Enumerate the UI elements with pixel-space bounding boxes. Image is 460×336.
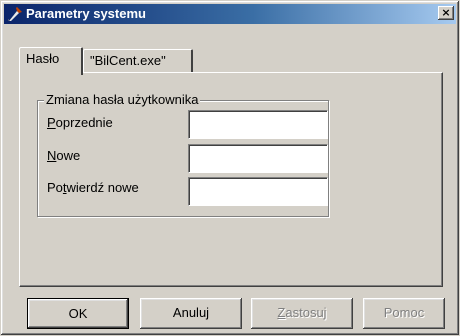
previous-password-label: Poprzednie xyxy=(47,115,113,130)
new-password-label: Nowe xyxy=(47,148,80,163)
window-title: Parametry systemu xyxy=(26,6,146,21)
close-button[interactable]: × xyxy=(438,6,454,20)
label-rest: oprzednie xyxy=(55,115,113,130)
ok-button[interactable]: OK xyxy=(27,298,129,329)
label-rest: wierdź nowe xyxy=(66,180,139,195)
password-change-group: Zmiana hasła użytkownika Poprzednie Nowe… xyxy=(37,92,329,217)
title-bar[interactable]: Parametry systemu × xyxy=(4,4,456,24)
tab-label: "BilCent.exe" xyxy=(90,53,166,68)
previous-password-input[interactable] xyxy=(188,110,328,139)
confirm-password-input[interactable] xyxy=(188,177,328,206)
tools-icon xyxy=(8,7,22,21)
tab-panel: Zmiana hasła użytkownika Poprzednie Nowe… xyxy=(19,72,443,287)
help-button[interactable]: Pomoc xyxy=(363,298,445,329)
new-password-input[interactable] xyxy=(188,144,328,173)
confirm-password-label: Potwierdź nowe xyxy=(47,180,139,195)
cancel-button[interactable]: Anuluj xyxy=(140,298,242,329)
label-rest: owe xyxy=(56,148,81,163)
dialog-window: Parametry systemu × Hasło "BilCent.exe" … xyxy=(0,0,460,336)
apply-button[interactable]: Zastosuj xyxy=(251,298,353,329)
label-pre: Po xyxy=(47,180,63,195)
button-label-rest: astosuj xyxy=(285,305,327,320)
accel-char: P xyxy=(47,115,56,130)
tab-haslo[interactable]: Hasło xyxy=(19,47,83,75)
tab-label: Hasło xyxy=(26,51,60,66)
group-title: Zmiana hasła użytkownika xyxy=(44,92,201,107)
accel-char: N xyxy=(47,148,57,163)
tab-bilcent[interactable]: "BilCent.exe" xyxy=(83,49,193,73)
